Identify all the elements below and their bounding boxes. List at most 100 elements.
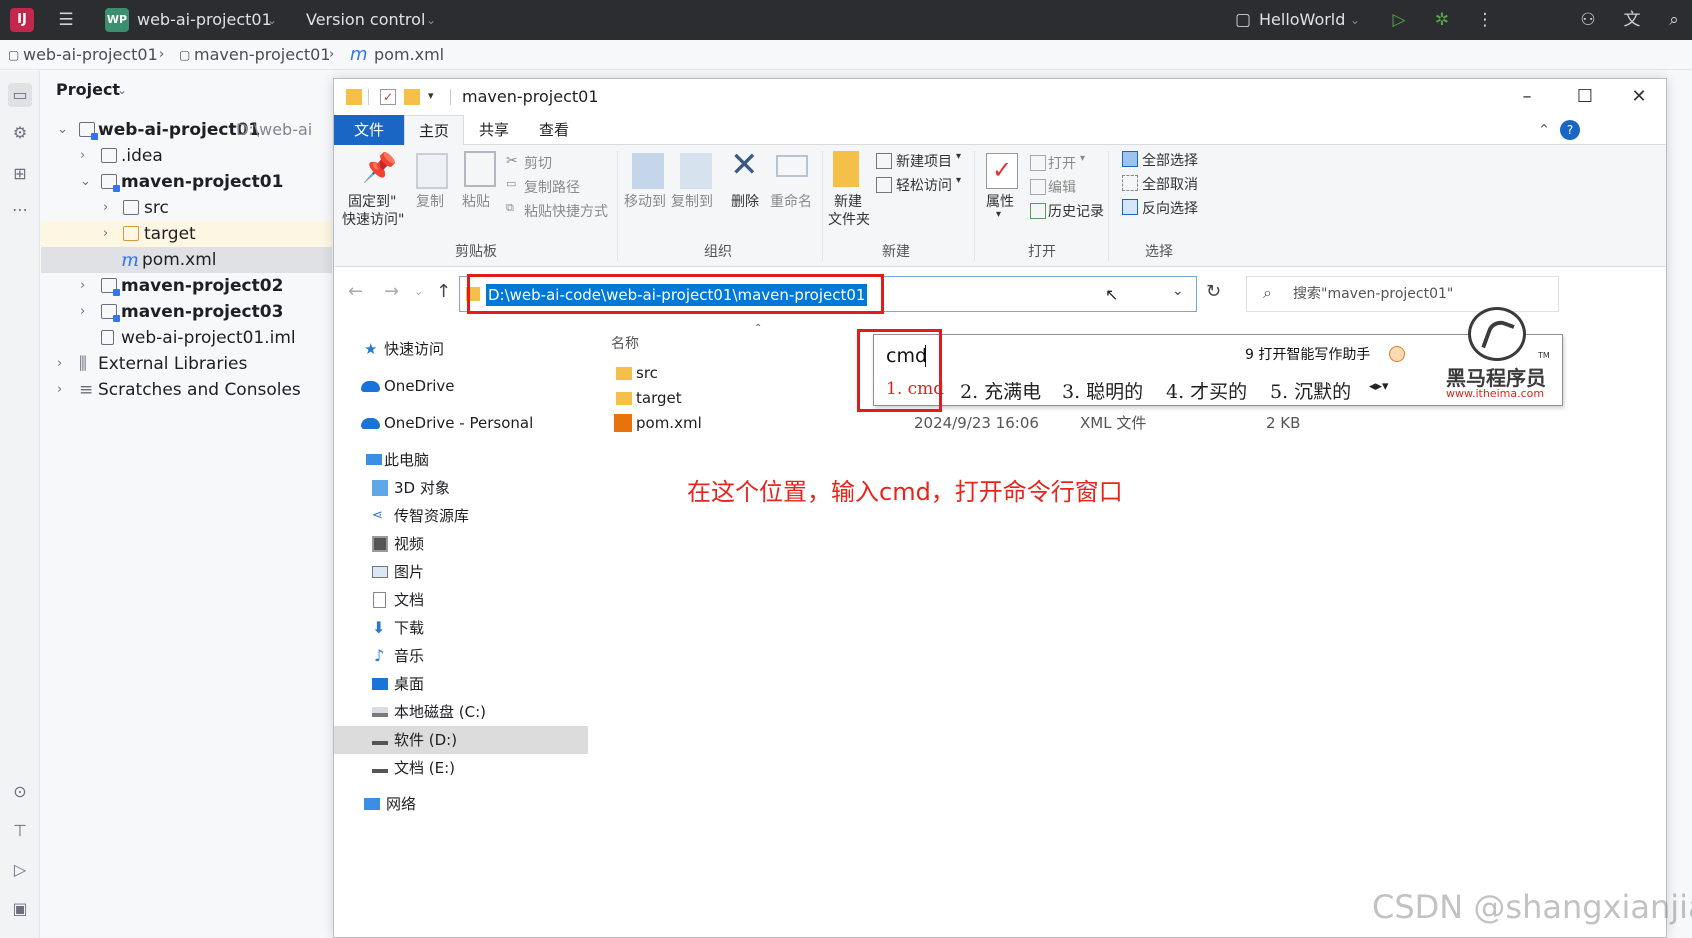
breadcrumb-item[interactable]: pom.xml [374, 40, 444, 70]
ime-helper-link[interactable]: 9 打开智能写作助手 [1245, 344, 1370, 364]
vcs-menu[interactable]: Version control [306, 0, 425, 40]
chevron-down-icon[interactable]: ⌄ [1172, 283, 1184, 299]
rename-button[interactable]: 重命名 [770, 191, 812, 211]
breadcrumb-item[interactable]: web-ai-project01 [23, 40, 158, 70]
close-icon[interactable]: ✕ [1610, 79, 1666, 115]
nav-item-onedrive-personal[interactable]: OneDrive - Personal [334, 409, 588, 437]
help-icon[interactable]: ? [1560, 120, 1580, 140]
maximize-icon[interactable]: ☐ [1556, 79, 1614, 115]
up-icon[interactable]: ↑ [436, 280, 451, 304]
nav-item-onedrive[interactable]: OneDrive [334, 372, 588, 400]
history-button[interactable]: 历史记录 [1048, 201, 1104, 221]
nav-item-documents[interactable]: 文档 [334, 586, 588, 614]
customize-qa-icon[interactable]: ▾ [428, 89, 444, 105]
file-row[interactable]: pom.xml 2024/9/23 16:06 XML 文件 2 KB [594, 411, 1664, 436]
nav-item-network[interactable]: 网络 [334, 790, 588, 818]
minimize-icon[interactable]: – [1498, 79, 1556, 115]
run-config-selector[interactable]: HelloWorld [1259, 0, 1345, 40]
move-to-button[interactable]: 移动到 [624, 191, 666, 211]
cut-button[interactable]: 剪切 [524, 153, 552, 173]
properties-button[interactable]: 属性 [986, 191, 1014, 211]
tree-row-iml[interactable]: web-ai-project01.iml [41, 325, 332, 351]
search-icon[interactable]: ⌕ [1662, 8, 1686, 32]
back-icon[interactable]: ← [348, 280, 363, 304]
invert-selection-button[interactable]: 反向选择 [1142, 198, 1198, 218]
ime-candidate[interactable]: 2. 充满电 [960, 377, 1041, 404]
tree-row-scratches[interactable]: › ≡ Scratches and Consoles [41, 377, 332, 403]
refresh-icon[interactable]: ↻ [1206, 280, 1221, 304]
tab-home[interactable]: 主页 [404, 115, 464, 146]
nav-item-downloads[interactable]: ⬇ 下载 [334, 614, 588, 642]
tree-row-maven-project01[interactable]: ⌄ maven-project01 [41, 169, 332, 195]
tree-row-root[interactable]: ⌄ web-ai-project01 D:\web-ai [41, 117, 332, 143]
nav-item-pictures[interactable]: 图片 [334, 558, 588, 586]
more-tools-icon[interactable]: ⋯ [8, 198, 32, 222]
pin-quick-access-button-l1[interactable]: 固定到" [348, 191, 396, 211]
nav-item-drive-e[interactable]: 文档 (E:) [334, 754, 588, 782]
assistant-icon[interactable] [1389, 346, 1405, 362]
nav-item-drive-d[interactable]: 软件 (D:) [334, 726, 588, 754]
ime-candidate[interactable]: 4. 才买的 [1166, 377, 1247, 404]
new-item-button[interactable]: 新建项目 [896, 151, 952, 171]
delete-button[interactable]: 删除 [731, 191, 759, 211]
nav-item-library[interactable]: ⋖ 传智资源库 [334, 502, 588, 530]
collapse-ribbon-icon[interactable]: ⌃ [1534, 115, 1554, 145]
build-icon[interactable]: ⊤ [8, 819, 32, 843]
open-button[interactable]: 打开 [1048, 153, 1076, 173]
project-tool-icon[interactable]: ▭ [8, 83, 32, 107]
tree-row-target[interactable]: › target [41, 221, 332, 247]
translate-icon[interactable]: 文 [1620, 8, 1644, 32]
new-folder-button-l2[interactable]: 文件夹 [828, 209, 870, 229]
run-icon[interactable]: ▷ [1387, 8, 1411, 32]
nav-item-drive-c[interactable]: 本地磁盘 (C:) [334, 698, 588, 726]
column-header-name[interactable]: 名称 [611, 333, 639, 353]
nav-item-music[interactable]: ♪ 音乐 [334, 642, 588, 670]
forward-icon[interactable]: → [384, 280, 399, 304]
project-switcher[interactable]: web-ai-project01 [137, 0, 272, 40]
ime-candidate[interactable]: 5. 沉默的 [1270, 377, 1351, 404]
services-icon[interactable]: ⊙ [8, 780, 32, 804]
project-panel-title[interactable]: Project [56, 80, 120, 99]
copy-to-button[interactable]: 复制到 [671, 191, 713, 211]
copy-path-button[interactable]: 复制路径 [524, 177, 580, 197]
tree-row-idea[interactable]: › .idea [41, 143, 332, 169]
tree-row-src[interactable]: › src [41, 195, 332, 221]
tree-row-maven-project02[interactable]: › maven-project02 [41, 273, 332, 299]
nav-item-this-pc[interactable]: 此电脑 [334, 446, 588, 474]
run-tool-icon[interactable]: ▷ [8, 858, 32, 882]
ime-candidate[interactable]: 3. 聪明的 [1062, 377, 1143, 404]
tree-row-maven-project03[interactable]: › maven-project03 [41, 299, 332, 325]
recent-locations-icon[interactable]: ⌄ [414, 280, 423, 304]
copy-button[interactable]: 复制 [416, 191, 444, 211]
intellij-logo-icon[interactable]: IJ [10, 8, 34, 32]
pin-quick-access-button-l2[interactable]: 快速访问" [342, 209, 404, 229]
ime-page-arrows-icon[interactable]: ◂▸▾ [1369, 379, 1389, 394]
tab-file[interactable]: 文件 [334, 115, 404, 145]
properties-qa-icon[interactable]: ✓ [380, 89, 396, 105]
add-user-icon[interactable]: ⚇ [1576, 8, 1600, 32]
nav-item-quick-access[interactable]: ★ 快速访问 [334, 335, 588, 363]
nav-item-videos[interactable]: 视频 [334, 530, 588, 558]
main-menu-icon[interactable]: ☰ [54, 8, 78, 32]
breadcrumb-item[interactable]: maven-project01 [194, 40, 331, 70]
select-none-button[interactable]: 全部取消 [1142, 174, 1198, 194]
terminal-icon[interactable]: ▣ [8, 897, 32, 921]
new-folder-qa-icon[interactable] [404, 89, 420, 105]
edit-button[interactable]: 编辑 [1048, 177, 1076, 197]
nav-item-desktop[interactable]: 桌面 [334, 670, 588, 698]
easy-access-button[interactable]: 轻松访问 [896, 175, 952, 195]
tree-row-external-libraries[interactable]: › ⫼ External Libraries [41, 351, 332, 377]
tree-row-pom[interactable]: m pom.xml [41, 247, 332, 273]
settings-icon[interactable]: ⚙ [8, 121, 32, 145]
more-icon[interactable]: ⋮ [1473, 8, 1497, 32]
select-all-button[interactable]: 全部选择 [1142, 150, 1198, 170]
nav-item-3d-objects[interactable]: 3D 对象 [334, 474, 588, 502]
tab-view[interactable]: 查看 [524, 115, 584, 145]
tab-share[interactable]: 共享 [464, 115, 524, 145]
paste-button[interactable]: 粘贴 [462, 191, 490, 211]
debug-icon[interactable]: ✲ [1430, 8, 1454, 32]
structure-icon[interactable]: ⊞ [8, 162, 32, 186]
nav-label: 传智资源库 [394, 507, 470, 525]
paste-shortcut-button[interactable]: 粘贴快捷方式 [524, 201, 608, 221]
new-folder-button-l1[interactable]: 新建 [834, 191, 862, 211]
